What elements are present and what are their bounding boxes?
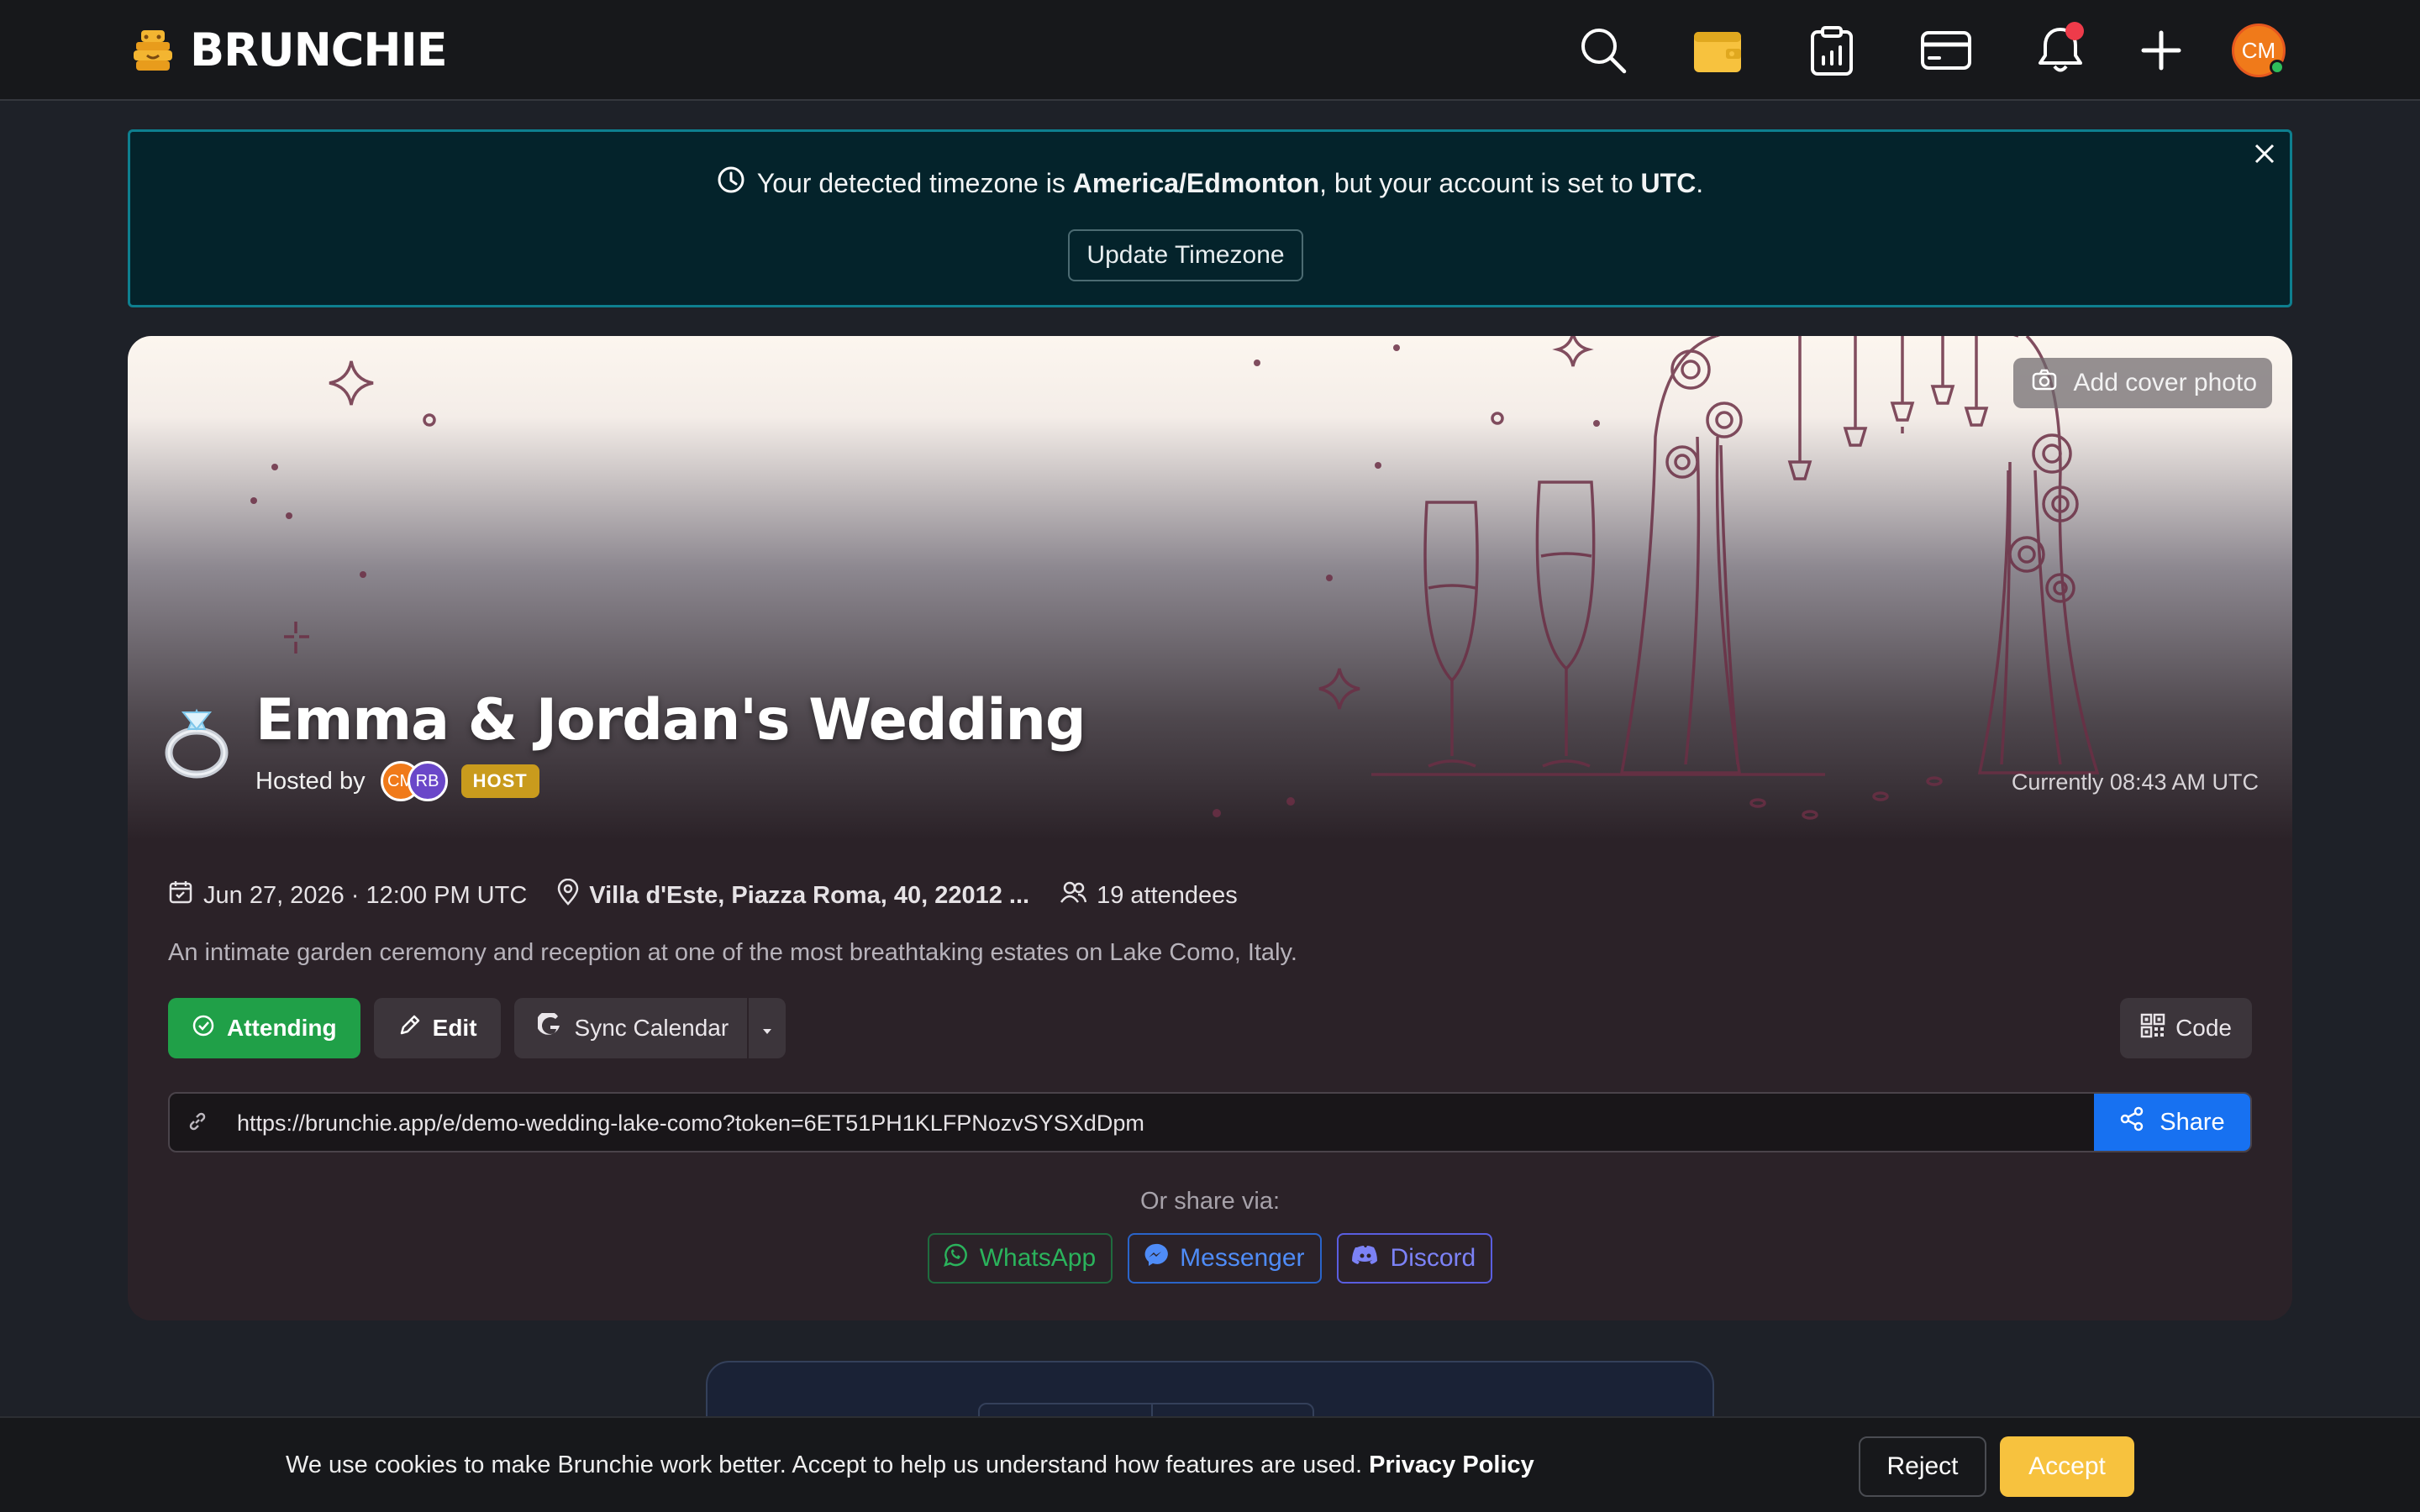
notification-badge — [2065, 22, 2084, 40]
credit-card-icon[interactable] — [1919, 24, 1973, 77]
share-via-label: Or share via: — [1140, 1188, 1280, 1215]
messenger-label: Messenger — [1180, 1244, 1305, 1272]
google-icon — [535, 1011, 563, 1044]
hosted-by-label: Hosted by — [255, 767, 366, 795]
event-location-text: Villa d'Este, Piazza Roma, 40, 22012 ... — [589, 881, 1030, 909]
discord-icon — [1351, 1244, 1379, 1273]
share-link-bar: https://brunchie.app/e/demo-wedding-lake… — [168, 1092, 2252, 1152]
share-icon — [2119, 1106, 2144, 1138]
user-avatar-initials: CM — [2241, 37, 2276, 63]
user-avatar[interactable]: CM — [2232, 24, 2286, 77]
cookie-text: We use cookies to make Brunchie work bet… — [286, 1452, 1363, 1478]
sync-calendar-label: Sync Calendar — [574, 1015, 729, 1041]
attending-label: Attending — [227, 1015, 337, 1041]
timezone-message: Your detected timezone is America/Edmont… — [130, 165, 2290, 201]
share-button[interactable]: Share — [2094, 1094, 2250, 1151]
nav-icon-group — [0, 24, 2420, 77]
plus-icon[interactable] — [2134, 24, 2188, 77]
edit-label: Edit — [432, 1015, 477, 1041]
discord-label: Discord — [1390, 1244, 1476, 1272]
sync-calendar-dropdown[interactable] — [747, 998, 786, 1058]
update-timezone-button[interactable]: Update Timezone — [1068, 229, 1303, 281]
share-whatsapp-button[interactable]: WhatsApp — [927, 1233, 1113, 1284]
share-messenger-button[interactable]: Messenger — [1128, 1233, 1322, 1284]
hosted-by: Hosted by CM RB HOST — [255, 761, 539, 801]
host-badge: HOST — [460, 764, 539, 798]
clipboard-chart-icon[interactable] — [1805, 24, 1859, 77]
whatsapp-label: WhatsApp — [979, 1244, 1097, 1272]
pencil-icon — [397, 1014, 421, 1043]
current-time: Currently 08:43 AM UTC — [2011, 769, 2259, 795]
caret-down-icon — [761, 1015, 773, 1042]
event-attendees-text: 19 attendees — [1097, 881, 1238, 909]
event-actions: Attending Edit Sync Calendar — [168, 998, 786, 1058]
detected-timezone: America/Edmonton — [1072, 167, 1320, 198]
event-meta: Jun 27, 2026 · 12:00 PM UTC Villa d'Este… — [168, 878, 1268, 912]
check-circle-icon — [192, 1014, 215, 1043]
event-description: An intimate garden ceremony and receptio… — [168, 939, 1297, 966]
host-avatar[interactable]: RB — [407, 761, 448, 801]
event-title: Emma & Jordan's Wedding — [255, 687, 1086, 753]
event-cover: Add cover photo Emma & Jordan's Wedding … — [128, 336, 2292, 840]
share-label: Share — [2160, 1108, 2225, 1136]
clock-icon — [717, 165, 745, 201]
share-options: WhatsApp Messenger Discord — [128, 1233, 2292, 1284]
privacy-policy-link[interactable]: Privacy Policy — [1369, 1452, 1534, 1478]
add-cover-photo-label: Add cover photo — [2073, 369, 2257, 396]
qr-code-icon — [2140, 1013, 2165, 1044]
accept-cookies-button[interactable]: Accept — [2000, 1436, 2134, 1497]
attending-button[interactable]: Attending — [168, 998, 360, 1058]
event-location[interactable]: Villa d'Este, Piazza Roma, 40, 22012 ... — [557, 878, 1030, 912]
timezone-prefix: Your detected timezone is — [756, 167, 1065, 198]
messenger-icon — [1143, 1242, 1169, 1274]
close-icon[interactable] — [2248, 137, 2281, 171]
event-date-text: Jun 27, 2026 · 12:00 PM UTC — [203, 881, 528, 909]
users-icon — [1060, 880, 1087, 911]
share-discord-button[interactable]: Discord — [1336, 1233, 1493, 1284]
account-timezone: UTC — [1640, 167, 1697, 198]
edit-button[interactable]: Edit — [373, 998, 501, 1058]
whatsapp-icon — [943, 1242, 968, 1274]
timezone-banner: Your detected timezone is America/Edmont… — [128, 129, 2292, 307]
events-wallet-icon[interactable] — [1691, 24, 1744, 77]
host-avatars: CM RB — [380, 761, 448, 801]
cookie-consent-bar: We use cookies to make Brunchie work bet… — [0, 1416, 2420, 1512]
online-status-dot — [2270, 60, 2285, 75]
calendar-check-icon — [168, 879, 193, 911]
search-icon[interactable] — [1576, 24, 1630, 77]
event-card: Add cover photo Emma & Jordan's Wedding … — [128, 336, 2292, 1320]
map-pin-icon — [557, 878, 579, 912]
reject-cookies-button[interactable]: Reject — [1859, 1436, 1986, 1497]
sync-calendar-button[interactable]: Sync Calendar — [513, 998, 750, 1058]
event-attendees[interactable]: 19 attendees — [1060, 880, 1238, 911]
ring-icon — [163, 704, 230, 780]
link-icon — [187, 1110, 208, 1137]
qr-code-label: Code — [2175, 1015, 2232, 1041]
top-navbar: BRUNCHIE CM — [0, 0, 2420, 101]
event-date: Jun 27, 2026 · 12:00 PM UTC — [168, 879, 527, 911]
share-url-field[interactable]: https://brunchie.app/e/demo-wedding-lake… — [237, 1110, 1144, 1137]
timezone-suffix: . — [1696, 167, 1704, 198]
timezone-middle: , but your account is set to — [1319, 167, 1634, 198]
cookie-message: We use cookies to make Brunchie work bet… — [286, 1452, 1534, 1479]
camera-icon — [2032, 369, 2057, 397]
add-cover-photo-button[interactable]: Add cover photo — [2012, 358, 2272, 408]
qr-code-button[interactable]: Code — [2120, 998, 2252, 1058]
